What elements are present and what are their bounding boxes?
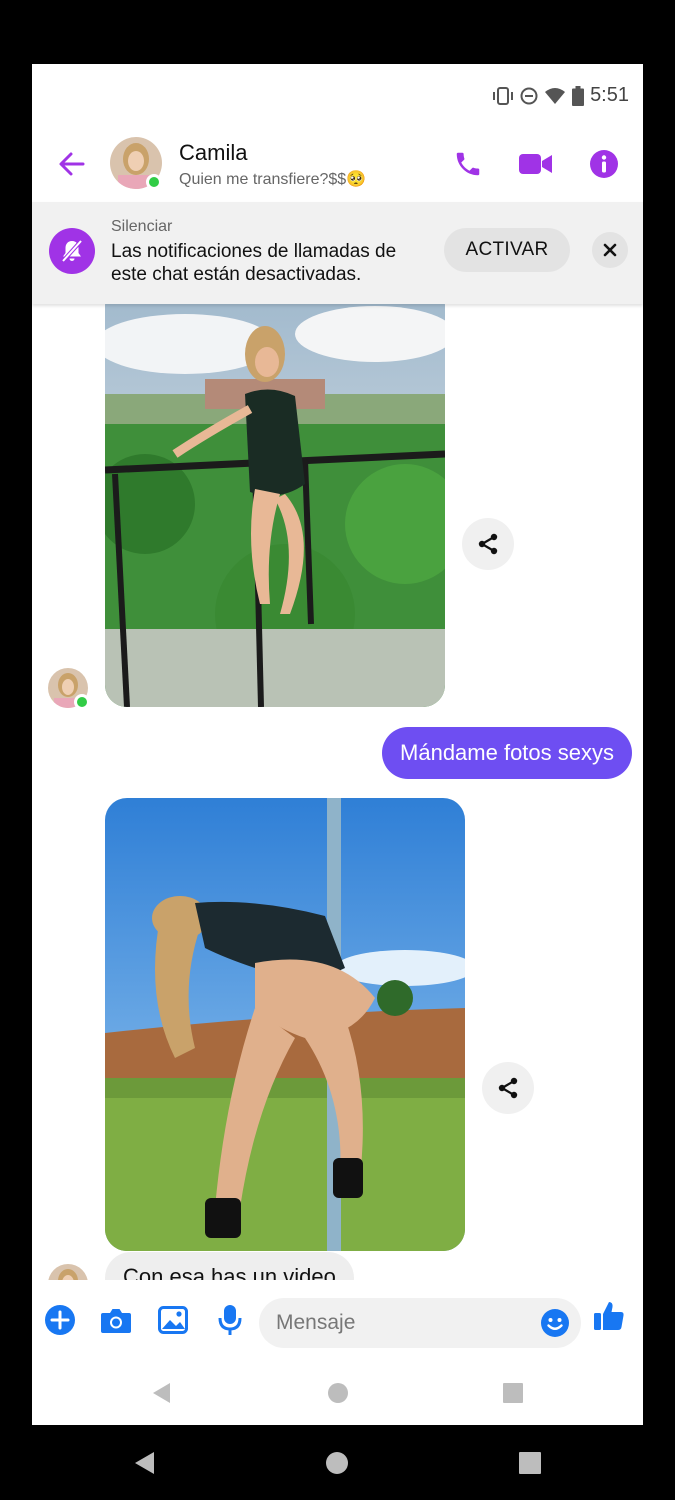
status-time: 5:51 bbox=[590, 84, 629, 106]
messenger-screen: 5:51 Camila Quien me transfiere?$$🥺 Sile… bbox=[32, 64, 643, 1425]
phone-icon bbox=[456, 152, 480, 176]
status-icons: 5:51 bbox=[492, 84, 629, 107]
image-icon bbox=[158, 1306, 188, 1334]
bell-off-icon bbox=[49, 228, 95, 274]
circle-home-icon bbox=[326, 1452, 348, 1474]
close-banner-button[interactable] bbox=[592, 232, 628, 268]
share-button[interactable] bbox=[482, 1062, 534, 1114]
nav-back-button[interactable] bbox=[144, 1376, 178, 1410]
message-list[interactable]: Mándame fotos sexys Con esa has un video bbox=[32, 304, 643, 1280]
square-recents-icon bbox=[503, 1383, 523, 1403]
message-composer bbox=[32, 1280, 643, 1358]
chat-header: Camila Quien me transfiere?$$🥺 bbox=[32, 130, 643, 202]
nav-recents-button[interactable] bbox=[495, 1375, 531, 1411]
system-back-button[interactable] bbox=[126, 1445, 162, 1481]
system-home-button[interactable] bbox=[319, 1445, 355, 1481]
system-navigation-bar bbox=[0, 1425, 675, 1500]
info-button[interactable] bbox=[584, 144, 624, 184]
contact-name[interactable]: Camila bbox=[179, 140, 247, 166]
message-photo[interactable] bbox=[105, 304, 445, 707]
square-recents-icon bbox=[519, 1452, 541, 1474]
incoming-message[interactable]: Con esa has un video bbox=[105, 1252, 354, 1280]
share-button[interactable] bbox=[462, 518, 514, 570]
photo-image bbox=[105, 798, 465, 1251]
camera-button[interactable] bbox=[98, 1302, 134, 1338]
wifi-icon bbox=[545, 87, 566, 104]
arrow-left-icon bbox=[59, 152, 85, 176]
online-indicator bbox=[146, 174, 162, 190]
online-indicator bbox=[74, 694, 90, 710]
nav-home-button[interactable] bbox=[320, 1375, 356, 1411]
smiley-icon bbox=[541, 1309, 569, 1337]
status-bar: 5:51 bbox=[32, 64, 643, 130]
system-recents-button[interactable] bbox=[512, 1445, 548, 1481]
photo-image bbox=[105, 304, 445, 707]
close-icon bbox=[603, 243, 617, 257]
triangle-back-icon bbox=[153, 1383, 170, 1403]
triangle-back-icon bbox=[135, 1452, 154, 1474]
microphone-icon bbox=[218, 1305, 242, 1335]
circle-home-icon bbox=[328, 1383, 348, 1403]
like-button[interactable] bbox=[591, 1298, 627, 1334]
camera-icon bbox=[101, 1309, 131, 1333]
device-frame: 5:51 Camila Quien me transfiere?$$🥺 Sile… bbox=[0, 0, 675, 1500]
app-navigation-bar bbox=[32, 1358, 643, 1425]
video-camera-icon bbox=[519, 154, 552, 174]
info-icon bbox=[590, 150, 618, 178]
voice-call-button[interactable] bbox=[448, 144, 488, 184]
share-icon bbox=[498, 1077, 518, 1099]
share-icon bbox=[478, 533, 498, 555]
battery-icon bbox=[572, 85, 585, 106]
video-call-button[interactable] bbox=[516, 144, 556, 184]
sender-avatar[interactable] bbox=[48, 1264, 88, 1280]
banner-message: Las notificaciones de llamadas de este c… bbox=[111, 241, 397, 285]
gallery-button[interactable] bbox=[155, 1302, 191, 1338]
avatar-image bbox=[48, 1264, 88, 1280]
emoji-button[interactable] bbox=[537, 1305, 573, 1341]
back-button[interactable] bbox=[54, 146, 90, 182]
contact-status: Quien me transfiere?$$🥺 bbox=[179, 171, 367, 188]
plus-circle-icon bbox=[45, 1305, 75, 1335]
do-not-disturb-icon bbox=[520, 87, 538, 104]
banner-title: Silenciar bbox=[111, 218, 173, 235]
thumbs-up-icon bbox=[594, 1302, 624, 1330]
mute-notice-banner: Silenciar Las notificaciones de llamadas… bbox=[32, 202, 643, 304]
message-photo[interactable] bbox=[105, 798, 465, 1251]
outgoing-message[interactable]: Mándame fotos sexys bbox=[382, 727, 632, 779]
activate-button[interactable]: ACTIVAR bbox=[444, 228, 570, 272]
message-input[interactable] bbox=[259, 1298, 581, 1348]
voice-record-button[interactable] bbox=[212, 1302, 248, 1338]
more-actions-button[interactable] bbox=[42, 1302, 78, 1338]
vibrate-icon bbox=[493, 86, 514, 105]
